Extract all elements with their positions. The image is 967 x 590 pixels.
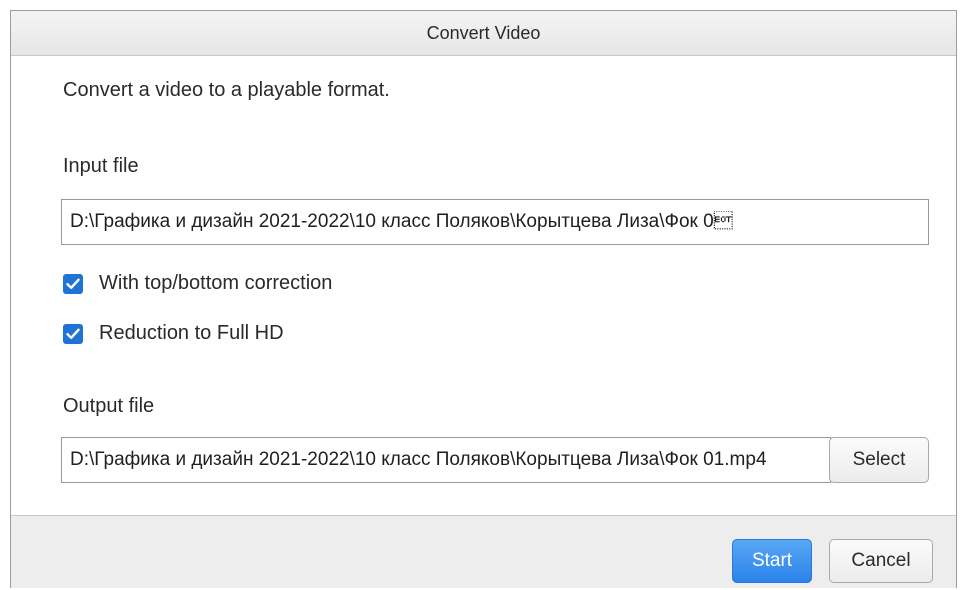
dialog-description: Convert a video to a playable format. bbox=[63, 79, 390, 101]
checkbox-label: Reduction to Full HD bbox=[99, 322, 284, 344]
input-file-field[interactable] bbox=[61, 199, 929, 245]
start-button[interactable]: Start bbox=[732, 539, 812, 583]
dialog-title: Convert Video bbox=[426, 22, 541, 43]
checkbox-top-bottom-correction[interactable]: With top/bottom correction bbox=[63, 272, 332, 295]
checkbox-reduction-full-hd[interactable]: Reduction to Full HD bbox=[63, 322, 284, 345]
cancel-button[interactable]: Cancel bbox=[829, 539, 933, 583]
dialog-footer: Start Cancel bbox=[11, 515, 956, 588]
select-button-label: Select bbox=[852, 449, 906, 470]
select-output-button[interactable]: Select bbox=[829, 437, 929, 483]
cancel-button-label: Cancel bbox=[851, 550, 911, 571]
checkbox-checked-icon[interactable] bbox=[63, 323, 83, 344]
checkbox-checked-icon[interactable] bbox=[63, 273, 83, 294]
output-file-field[interactable] bbox=[61, 437, 831, 483]
output-file-label: Output file bbox=[63, 395, 155, 417]
input-file-label: Input file bbox=[63, 155, 139, 177]
dialog-title-bar: Convert Video bbox=[11, 11, 956, 56]
start-button-label: Start bbox=[751, 550, 793, 571]
checkbox-label: With top/bottom correction bbox=[99, 272, 333, 294]
convert-video-dialog: Convert Video Convert a video to a playa… bbox=[10, 10, 957, 588]
